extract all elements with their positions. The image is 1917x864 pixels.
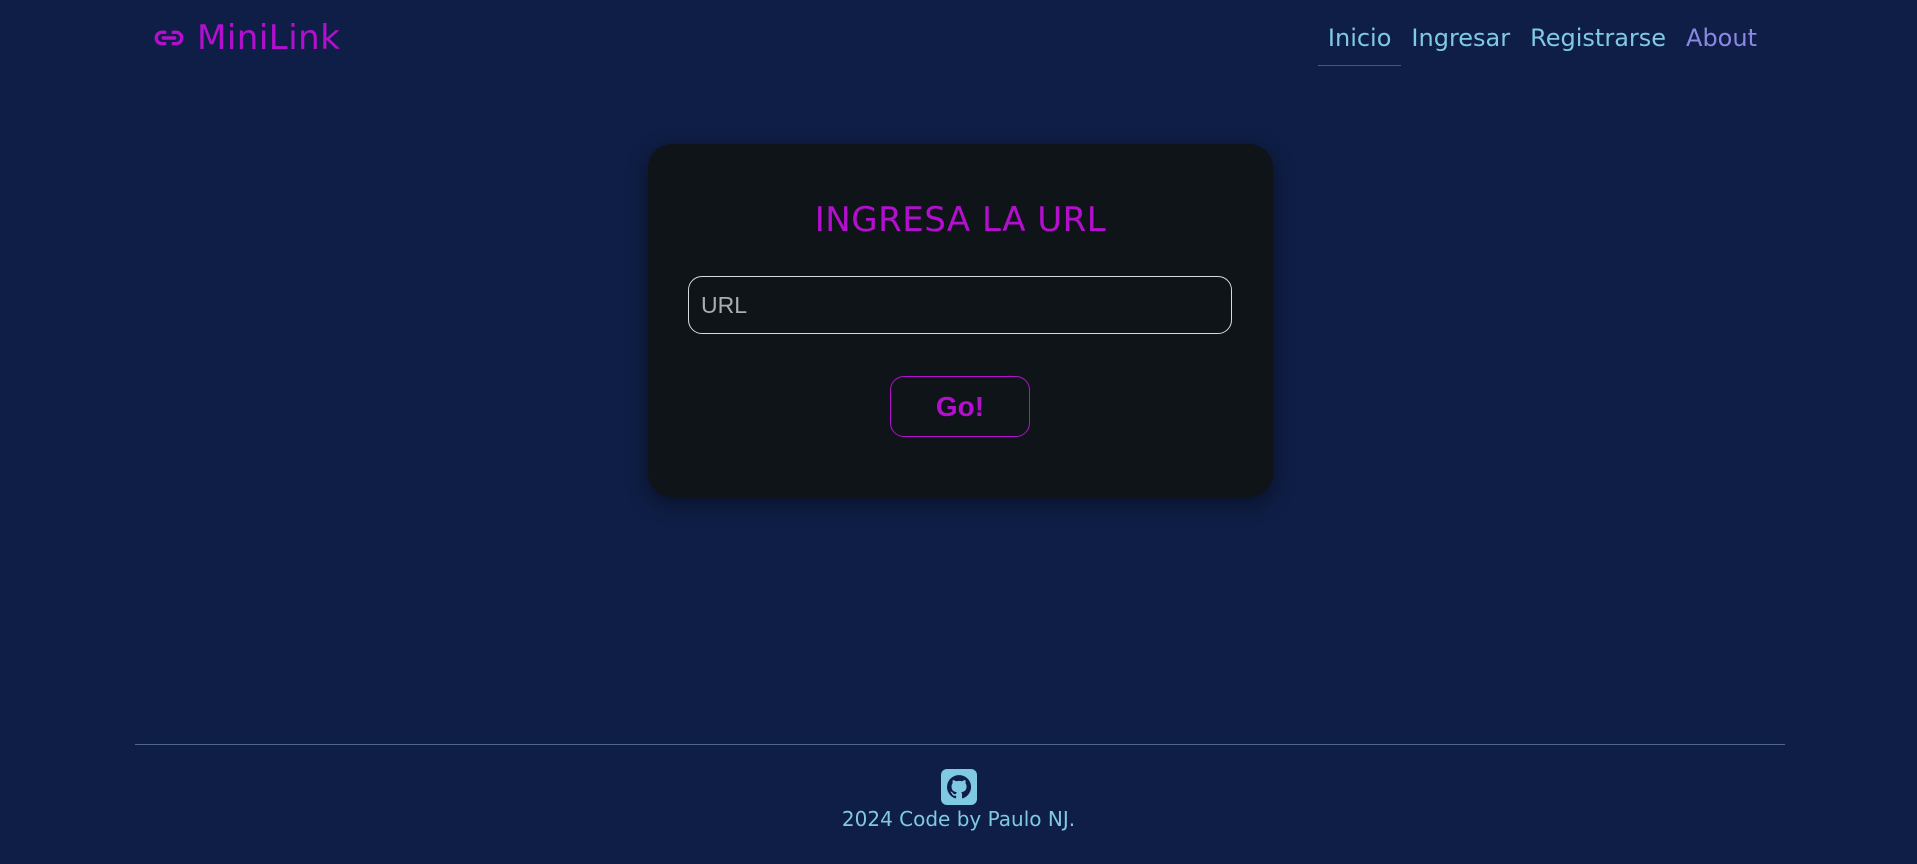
nav-item-about[interactable]: About — [1676, 16, 1767, 66]
main-nav: Inicio Ingresar Registrarse About — [1317, 16, 1767, 66]
brand-name: MiniLink — [197, 18, 341, 58]
link-icon — [151, 20, 187, 56]
footer-divider — [135, 744, 1785, 745]
card-title: INGRESA LA URL — [814, 200, 1107, 240]
footer-credit: 2024 Code by Paulo NJ. — [841, 807, 1076, 831]
brand-link[interactable]: MiniLink — [151, 18, 340, 58]
github-link[interactable] — [941, 769, 977, 805]
navbar: MiniLink Inicio Ingresar Registrarse Abo… — [0, 0, 1917, 80]
nav-item-ingresar[interactable]: Ingresar — [1401, 16, 1520, 66]
page: MiniLink Inicio Ingresar Registrarse Abo… — [0, 0, 1917, 864]
url-card: INGRESA LA URL Go! — [648, 144, 1273, 497]
nav-item-inicio[interactable]: Inicio — [1317, 16, 1402, 66]
go-button[interactable]: Go! — [890, 376, 1030, 437]
url-input[interactable] — [688, 276, 1232, 334]
nav-item-registrarse[interactable]: Registrarse — [1520, 16, 1676, 66]
github-icon — [945, 773, 973, 801]
